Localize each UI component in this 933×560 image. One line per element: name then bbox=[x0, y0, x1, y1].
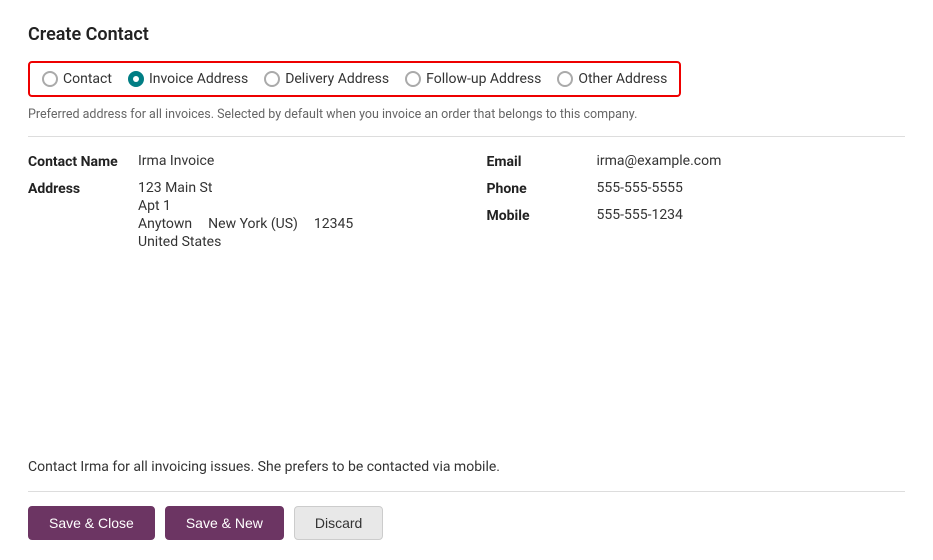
hint-text: Preferred address for all invoices. Sele… bbox=[28, 107, 905, 122]
radio-group: Contact Invoice Address Delivery Address… bbox=[28, 61, 681, 97]
address-line1: 123 Main St bbox=[138, 180, 353, 196]
radio-invoice-label: Invoice Address bbox=[149, 71, 248, 87]
radio-followup[interactable]: Follow-up Address bbox=[405, 71, 541, 87]
save-new-button[interactable]: Save & New bbox=[165, 506, 284, 540]
content-body: Contact Invoice Address Delivery Address… bbox=[28, 61, 905, 560]
address-block: 123 Main St Apt 1 Anytown New York (US) … bbox=[138, 180, 353, 250]
notes-text: Contact Irma for all invoicing issues. S… bbox=[28, 459, 905, 475]
contact-name-row: Contact Name Irma Invoice bbox=[28, 153, 447, 170]
radio-followup-label: Follow-up Address bbox=[426, 71, 541, 87]
form-right: Email irma@example.com Phone 555-555-555… bbox=[487, 153, 906, 451]
mobile-row: Mobile 555-555-1234 bbox=[487, 207, 906, 224]
radio-delivery-label: Delivery Address bbox=[285, 71, 389, 87]
email-row: Email irma@example.com bbox=[487, 153, 906, 170]
radio-invoice-input[interactable] bbox=[128, 71, 144, 87]
radio-other[interactable]: Other Address bbox=[557, 71, 667, 87]
radio-delivery-input[interactable] bbox=[264, 71, 280, 87]
radio-followup-input[interactable] bbox=[405, 71, 421, 87]
address-label: Address bbox=[28, 180, 138, 197]
mobile-value: 555-555-1234 bbox=[597, 207, 683, 223]
address-row: Address 123 Main St Apt 1 Anytown New Yo… bbox=[28, 180, 447, 250]
address-state: New York (US) bbox=[208, 216, 298, 232]
address-line2: Apt 1 bbox=[138, 198, 353, 214]
email-label: Email bbox=[487, 153, 597, 170]
phone-label: Phone bbox=[487, 180, 597, 197]
form-section: Contact Name Irma Invoice Address 123 Ma… bbox=[28, 153, 905, 451]
save-close-button[interactable]: Save & Close bbox=[28, 506, 155, 540]
top-divider bbox=[28, 136, 905, 137]
radio-contact-label: Contact bbox=[63, 71, 112, 87]
phone-value: 555-555-5555 bbox=[597, 180, 683, 196]
radio-other-input[interactable] bbox=[557, 71, 573, 87]
mobile-label: Mobile bbox=[487, 207, 597, 224]
phone-row: Phone 555-555-5555 bbox=[487, 180, 906, 197]
dialog-container: Create Contact Contact Invoice Address D… bbox=[0, 0, 933, 560]
contact-name-label: Contact Name bbox=[28, 153, 138, 170]
address-city: Anytown bbox=[138, 216, 192, 232]
dialog-title: Create Contact bbox=[28, 24, 905, 45]
form-left: Contact Name Irma Invoice Address 123 Ma… bbox=[28, 153, 447, 451]
radio-other-label: Other Address bbox=[578, 71, 667, 87]
radio-invoice[interactable]: Invoice Address bbox=[128, 71, 248, 87]
radio-contact[interactable]: Contact bbox=[42, 71, 112, 87]
address-zip: 12345 bbox=[314, 216, 353, 232]
address-inline: Anytown New York (US) 12345 bbox=[138, 216, 353, 232]
radio-delivery[interactable]: Delivery Address bbox=[264, 71, 389, 87]
discard-button[interactable]: Discard bbox=[294, 506, 383, 540]
address-country: United States bbox=[138, 234, 353, 250]
contact-name-value: Irma Invoice bbox=[138, 153, 214, 169]
radio-contact-input[interactable] bbox=[42, 71, 58, 87]
footer: Save & Close Save & New Discard bbox=[28, 492, 905, 560]
email-value: irma@example.com bbox=[597, 153, 722, 169]
